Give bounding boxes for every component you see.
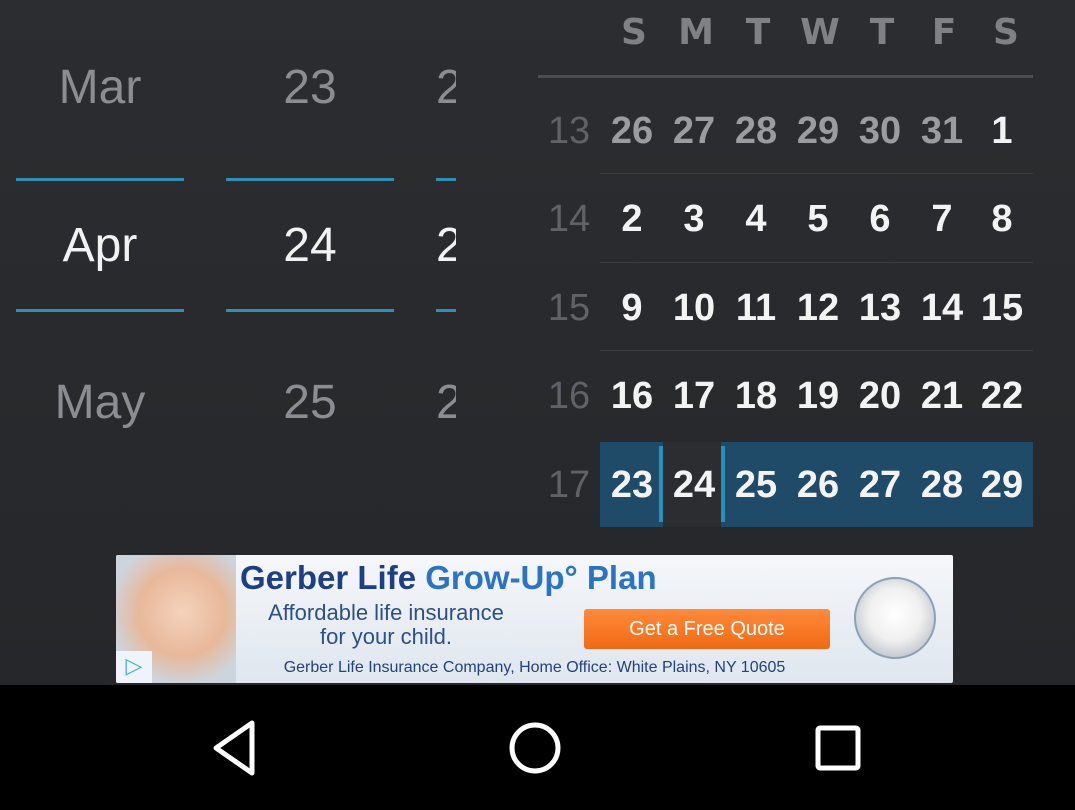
month-divider-top [16,178,184,181]
weekday-label: F [931,12,957,53]
day-next[interactable]: 25 [226,375,394,430]
month-spinner[interactable]: Mar Apr May [16,0,184,520]
day-cell[interactable]: 19 [787,375,849,418]
day-cell[interactable]: 28 [911,464,973,507]
ad-banner[interactable]: Gerber Life Grow-Up° Plan Affordable lif… [116,555,953,683]
day-cell[interactable]: 25 [725,464,787,507]
back-icon[interactable] [200,713,270,783]
ad-title-brand: Gerber Life [240,559,426,596]
month-divider-bottom [16,309,184,312]
gerber-logo-icon [854,577,936,659]
day-cell[interactable]: 6 [849,198,911,241]
day-cell[interactable]: 27 [663,110,725,153]
day-divider-top [226,178,394,181]
day-cell[interactable]: 7 [911,198,973,241]
month-selected[interactable]: Apr [16,218,184,273]
day-cell[interactable]: 1 [971,110,1033,153]
week-number: 14 [547,198,591,240]
day-selected[interactable]: 24 [226,218,394,273]
day-cell[interactable]: 14 [911,287,973,330]
day-cell[interactable]: 29 [787,110,849,153]
recents-icon[interactable] [803,713,873,783]
row-divider [600,173,1033,174]
day-cell[interactable]: 8 [971,198,1033,241]
weekday-label: W [800,12,840,53]
month-next[interactable]: May [16,375,184,430]
day-cell[interactable]: 21 [911,375,973,418]
week-number: 17 [547,464,591,506]
year-spinner[interactable]: 2017 2017 2017 [436,0,456,520]
ad-subtitle: Affordable life insurance for your child… [268,600,504,649]
day-cell[interactable]: 18 [725,375,787,418]
weekday-label: T [869,12,895,53]
day-cell[interactable]: 9 [601,287,663,330]
day-cell[interactable]: 28 [725,110,787,153]
ad-title: Gerber Life Grow-Up° Plan [240,559,657,597]
navigation-bar [0,685,1075,810]
ad-quote-button[interactable]: Get a Free Quote [584,609,830,649]
weekday-divider [538,75,1033,78]
year-prev[interactable]: 2017 [436,60,456,115]
day-cell[interactable]: 10 [663,287,725,330]
week-number: 16 [547,375,591,417]
day-cell[interactable]: 20 [849,375,911,418]
ad-choices-icon[interactable]: ▷ [116,651,152,683]
date-picker-dialog: Mar Apr May 23 24 25 2017 2017 2017 S M … [0,0,1075,685]
day-cell[interactable]: 12 [787,287,849,330]
day-cell[interactable]: 15 [971,287,1033,330]
day-cell[interactable]: 27 [849,464,911,507]
home-icon[interactable] [500,713,570,783]
row-divider [600,350,1033,351]
day-cell[interactable]: 29 [971,464,1033,507]
weekday-label: S [993,12,1019,53]
day-divider-bottom [226,309,394,312]
day-cell[interactable]: 2 [601,198,663,241]
day-prev[interactable]: 23 [226,60,394,115]
year-divider-bottom [436,309,456,312]
week-number: 13 [547,110,591,152]
year-divider-top [436,178,456,181]
day-cell[interactable]: 22 [971,375,1033,418]
day-spinner[interactable]: 23 24 25 [226,0,394,520]
day-cell[interactable]: 26 [787,464,849,507]
weekday-label: S [621,12,647,53]
day-cell-selected[interactable]: 24 [663,464,725,507]
weekday-label: M [678,12,714,53]
day-cell[interactable]: 23 [601,464,663,507]
weekday-label: T [745,12,771,53]
ad-title-plan: Grow-Up° Plan [425,559,657,596]
day-cell[interactable]: 5 [787,198,849,241]
day-cell[interactable]: 17 [663,375,725,418]
year-next[interactable]: 2017 [436,375,456,430]
day-cell[interactable]: 26 [601,110,663,153]
month-prev[interactable]: Mar [16,60,184,115]
day-cell[interactable]: 13 [849,287,911,330]
day-cell[interactable]: 30 [849,110,911,153]
day-cell[interactable]: 31 [911,110,973,153]
day-cell[interactable]: 3 [663,198,725,241]
ad-footer: Gerber Life Insurance Company, Home Offi… [283,659,786,676]
week-number: 15 [547,287,591,329]
day-cell[interactable]: 11 [725,287,787,330]
day-cell[interactable]: 4 [725,198,787,241]
year-selected[interactable]: 2017 [436,218,456,273]
row-divider [600,262,1033,263]
day-cell[interactable]: 16 [601,375,663,418]
